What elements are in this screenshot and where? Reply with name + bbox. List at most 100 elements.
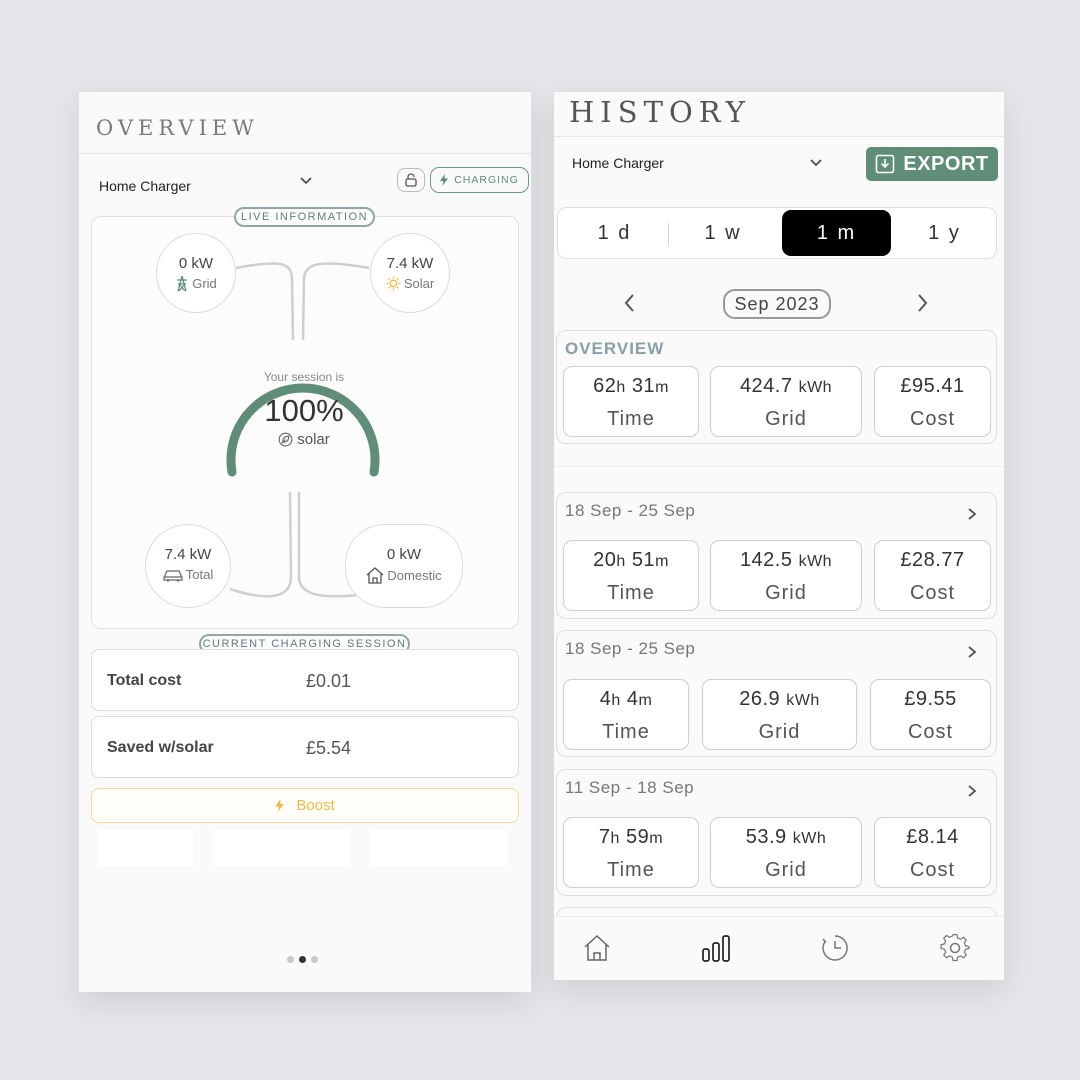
saved-solar-value: £5.54 — [306, 738, 352, 758]
header-divider — [554, 136, 1004, 137]
export-button[interactable]: EXPORT — [866, 147, 998, 181]
week-card[interactable]: 18 Sep - 25 Sep 20h 51m Time 142.5 kWh G… — [556, 492, 997, 619]
range-1m[interactable]: 1 m — [782, 210, 891, 256]
page-dot[interactable] — [287, 956, 294, 963]
total-label: Total — [185, 567, 214, 582]
chevron-right-icon[interactable] — [966, 507, 978, 521]
minutes-unit: m — [655, 553, 669, 570]
chevron-down-icon[interactable] — [809, 156, 823, 170]
page-dot-active[interactable] — [299, 956, 306, 963]
range-1d[interactable]: 1 d — [562, 210, 667, 256]
grid-unit: kWh — [792, 830, 827, 847]
download-icon — [876, 154, 895, 174]
time-stat: 62h 31m Time — [563, 366, 699, 437]
house-icon — [366, 567, 384, 584]
saved-solar-row: Saved w/solar £5.54 — [91, 716, 519, 778]
grid-value: 424.7 — [739, 375, 793, 397]
time-stat: 20h 51m Time — [563, 540, 699, 611]
range-1w[interactable]: 1 w — [670, 210, 776, 256]
chevron-right-icon[interactable] — [912, 292, 932, 314]
boost-label: Boost — [296, 797, 335, 814]
bottom-navigation — [554, 916, 1004, 980]
cost-stat: £95.41 Cost — [874, 366, 991, 437]
solar-session-gauge: Your session is 100% solar — [219, 370, 389, 452]
minutes-unit: m — [655, 379, 669, 396]
time-stat: 7h 59m Time — [563, 817, 699, 888]
cost-label: Cost — [909, 408, 956, 430]
minutes-value: 4 — [626, 688, 639, 710]
total-power-value: 7.4 kW — [164, 546, 212, 563]
home-icon[interactable] — [582, 933, 612, 963]
month-selector[interactable]: Sep 2023 — [723, 289, 831, 319]
minutes-unit: m — [649, 830, 664, 847]
chevron-left-icon[interactable] — [620, 292, 640, 314]
cost-label: Cost — [907, 721, 954, 743]
solar-node: 7.4 kW Solar — [370, 233, 450, 313]
history-clock-icon[interactable] — [820, 933, 850, 963]
week-range-label: 11 Sep - 18 Sep — [565, 778, 695, 797]
overview-screen: OVERVIEW Home Charger CHARGING 0 kW Grid… — [79, 92, 531, 992]
export-label: EXPORT — [903, 152, 989, 175]
cost-stat: £9.55 Cost — [870, 679, 991, 750]
cost-value: £9.55 — [904, 688, 957, 710]
grid-unit: kWh — [798, 553, 833, 570]
total-cost-row: Total cost £0.01 — [91, 649, 519, 711]
hours-value: 62 — [593, 375, 617, 397]
flow-line-total — [229, 491, 293, 598]
segment-divider — [668, 223, 669, 245]
grid-value: 142.5 — [739, 549, 793, 571]
flow-line-grid — [235, 262, 295, 341]
domestic-node: 0 kW Domestic — [345, 524, 463, 608]
history-screen: HISTORY Home Charger EXPORT 1 d 1 w 1 m … — [554, 92, 1004, 980]
time-label: Time — [607, 859, 655, 881]
time-label: Time — [607, 408, 655, 430]
cost-value: £95.41 — [900, 375, 965, 397]
saved-solar-label: Saved w/solar — [107, 739, 214, 756]
grid-label: Grid — [765, 582, 807, 604]
week-card[interactable]: 11 Sep - 18 Sep 7h 59m Time 53.9 kWh Gri… — [556, 769, 997, 896]
grid-label: Grid — [765, 408, 807, 430]
week-range-label: 18 Sep - 25 Sep — [565, 501, 696, 520]
hours-value: 7 — [598, 826, 611, 848]
chevron-right-icon[interactable] — [966, 784, 978, 798]
week-range-label: 18 Sep - 25 Sep — [565, 639, 696, 658]
minutes-unit: m — [638, 692, 653, 709]
grid-label: Grid — [765, 859, 807, 881]
cost-stat: £28.77 Cost — [874, 540, 991, 611]
history-overview-card: OVERVIEW 62h 31m Time 424.7 kWh Grid £95… — [556, 330, 997, 444]
time-stat: 4h 4m Time — [563, 679, 689, 750]
sun-icon — [386, 276, 401, 291]
history-title: HISTORY — [569, 95, 751, 129]
minutes-value: 51 — [631, 549, 656, 571]
grid-power-value: 0 kW — [178, 255, 214, 272]
gauge-source-label: solar — [297, 431, 330, 448]
grid-value: 53.9 — [745, 826, 787, 848]
bar-chart-icon[interactable] — [701, 933, 731, 963]
domestic-power-value: 0 kW — [386, 546, 422, 563]
gauge-caption: Your session is — [263, 370, 345, 384]
live-information-label: LIVE INFORMATION — [234, 207, 375, 227]
cost-value: £28.77 — [900, 549, 965, 571]
range-1y[interactable]: 1 y — [893, 210, 996, 256]
grid-value: 26.9 — [739, 688, 781, 710]
grid-unit: kWh — [798, 379, 833, 396]
card-heading: OVERVIEW — [565, 339, 665, 358]
boost-button[interactable]: Boost — [91, 788, 519, 823]
settings-gear-icon[interactable] — [940, 933, 970, 963]
solar-power-value: 7.4 kW — [386, 255, 434, 272]
total-cost-value: £0.01 — [306, 671, 352, 691]
total-node: 7.4 kW Total — [145, 524, 231, 608]
grid-stat: 424.7 kWh Grid — [710, 366, 862, 437]
grid-stat: 26.9 kWh Grid — [702, 679, 857, 750]
page-dot[interactable] — [311, 956, 318, 963]
week-card[interactable]: 18 Sep - 25 Sep 4h 4m Time 26.9 kWh Grid… — [556, 630, 997, 757]
leaf-icon — [278, 432, 293, 447]
cost-stat: £8.14 Cost — [874, 817, 991, 888]
grid-node: 0 kW Grid — [156, 233, 236, 313]
device-selector-label[interactable]: Home Charger — [572, 155, 664, 171]
placeholder-tile — [214, 830, 351, 866]
grid-label: Grid — [192, 276, 217, 291]
grid-label: Grid — [758, 721, 801, 743]
total-cost-label: Total cost — [107, 672, 182, 689]
chevron-right-icon[interactable] — [966, 645, 978, 659]
